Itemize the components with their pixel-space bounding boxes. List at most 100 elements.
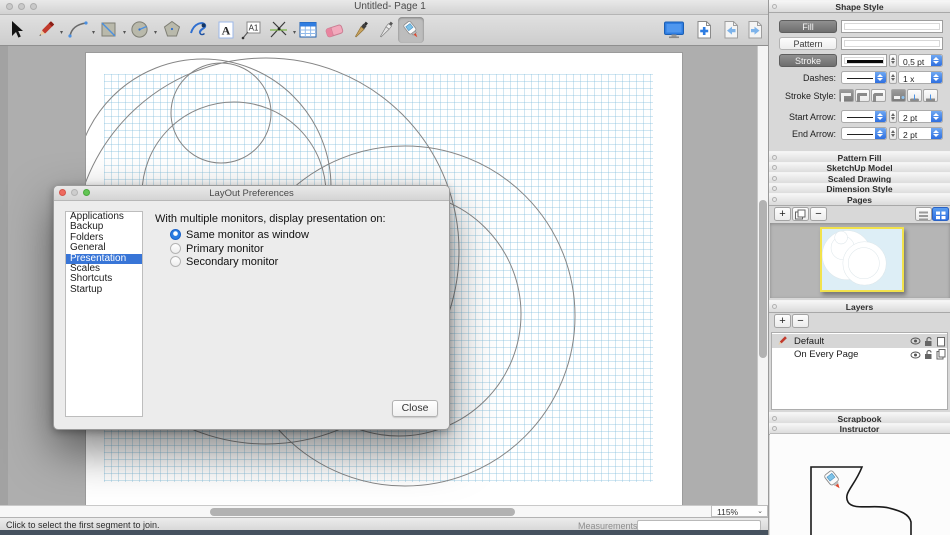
select-tool-icon[interactable]	[3, 17, 29, 43]
layers-header[interactable]: Layers	[769, 300, 950, 313]
table-tool-icon[interactable]	[295, 17, 321, 43]
stroke-width-select[interactable]: 0,5 pt	[898, 54, 943, 67]
end-arrow-size-select[interactable]: 2 pt	[898, 127, 943, 140]
dash-scale-dropdown-icon[interactable]	[931, 72, 942, 83]
join-miter-button[interactable]	[839, 89, 854, 102]
layer-lock-icon[interactable]	[923, 349, 934, 360]
stroke-color-well[interactable]	[841, 54, 887, 67]
layer-row-on-every-page[interactable]: On Every Page	[772, 348, 947, 362]
layer-row-default[interactable]: Default	[772, 334, 947, 348]
layer-name: Default	[794, 336, 824, 347]
line-tool-icon[interactable]: ▾	[33, 17, 59, 43]
pages-thumbnail-view-button[interactable]	[932, 207, 949, 221]
pages-header[interactable]: Pages	[769, 193, 950, 206]
start-presentation-icon[interactable]	[661, 17, 687, 43]
zoom-level-value: 115%	[717, 507, 738, 517]
close-button[interactable]: Close	[392, 400, 438, 417]
page-thumbnail[interactable]	[820, 227, 904, 292]
text-tool-icon[interactable]: A	[213, 17, 239, 43]
next-page-icon[interactable]	[742, 17, 768, 43]
stroke-button[interactable]: Stroke	[779, 54, 837, 67]
rectangle-tool-dropdown-icon[interactable]: ▾	[123, 29, 126, 36]
label-tool-icon[interactable]: A1	[238, 17, 264, 43]
pattern-button[interactable]: Pattern	[779, 37, 837, 50]
preferences-category-list: Applications Backup Folders General Pres…	[65, 211, 143, 417]
layer-lock-icon[interactable]	[923, 336, 934, 347]
dialog-titlebar[interactable]: LayOut Preferences	[54, 186, 449, 201]
radio-unselected-icon[interactable]	[170, 256, 181, 267]
start-arrow-stepper[interactable]	[889, 110, 897, 123]
previous-page-icon[interactable]	[718, 17, 744, 43]
arc-tool-dropdown-icon[interactable]: ▾	[92, 29, 95, 36]
add-page-button[interactable]: +	[774, 207, 791, 221]
dashes-dropdown-icon[interactable]	[875, 72, 886, 83]
start-arrow-size-select[interactable]: 2 pt	[898, 110, 943, 123]
main-titlebar: Untitled- Page 1	[0, 0, 768, 15]
start-arrow-select[interactable]	[841, 110, 887, 123]
svg-text:A: A	[222, 24, 231, 38]
canvas-left-edge	[0, 46, 8, 505]
dash-scale-select[interactable]: 1 x	[898, 71, 943, 84]
status-bar: Click to select the first segment to joi…	[0, 517, 768, 531]
circle-tool-icon[interactable]: ▾	[127, 17, 153, 43]
join-bevel-button[interactable]	[871, 89, 886, 102]
end-arrow-stepper[interactable]	[889, 127, 897, 140]
pen-tool-icon[interactable]	[373, 17, 399, 43]
end-arrow-dropdown-icon[interactable]	[875, 128, 886, 139]
arc-tool-icon[interactable]: ▾	[65, 17, 91, 43]
radio-label: Secondary monitor	[186, 256, 278, 268]
vertical-scrollbar-thumb[interactable]	[759, 200, 767, 358]
dashes-select[interactable]	[841, 71, 887, 84]
radio-selected-icon[interactable]	[170, 229, 181, 240]
pages-list-view-button[interactable]	[915, 207, 932, 221]
layer-shared-pages-icon[interactable]	[936, 349, 946, 360]
remove-layer-button[interactable]: −	[792, 314, 809, 328]
start-arrow-dropdown-icon[interactable]	[875, 111, 886, 122]
dash-scale-stepper[interactable]	[889, 71, 897, 84]
pages-thumbnail-area	[770, 223, 950, 298]
list-item-startup[interactable]: Startup	[66, 285, 142, 295]
panel-tray: Shape Style Fill Pattern Stroke 0,5 pt D…	[768, 0, 950, 535]
start-arrow-size-dropdown-icon[interactable]	[931, 111, 942, 122]
active-layer-pencil-icon	[776, 335, 788, 347]
line-tool-dropdown-icon[interactable]: ▾	[60, 29, 63, 36]
layer-share-icon[interactable]	[936, 336, 946, 347]
radio-unselected-icon[interactable]	[170, 243, 181, 254]
end-arrow-select[interactable]	[841, 127, 887, 140]
layer-name: On Every Page	[794, 349, 858, 360]
layer-visibility-icon[interactable]	[910, 336, 921, 346]
layout-app-window: Untitled- Page 1 ▾ ▾ ▾ ▾ A	[0, 0, 950, 535]
style-eyedropper-tool-icon[interactable]	[348, 17, 374, 43]
start-arrow-size-value: 2 pt	[903, 113, 917, 123]
duplicate-page-button[interactable]	[792, 207, 809, 221]
join-round-button[interactable]	[855, 89, 870, 102]
angular-dimension-tool-icon[interactable]: ▾	[266, 17, 292, 43]
pattern-well[interactable]	[841, 37, 943, 50]
measurements-label: Measurements	[578, 521, 638, 531]
horizontal-scrollbar-thumb[interactable]	[210, 508, 515, 516]
shape-style-title: Shape Style	[769, 2, 950, 12]
join-tool-cursor-icon	[824, 470, 844, 491]
rectangle-tool-icon[interactable]: ▾	[96, 17, 122, 43]
cap-square-button[interactable]	[923, 89, 938, 102]
fill-color-well[interactable]	[841, 20, 943, 33]
freehand-tool-icon[interactable]	[186, 17, 212, 43]
zoom-level-select[interactable]: 115% ⌄	[711, 505, 768, 517]
cap-round-button[interactable]	[907, 89, 922, 102]
eraser-tool-icon[interactable]	[322, 17, 348, 43]
stroke-width-dropdown-icon[interactable]	[931, 55, 942, 66]
add-layer-button[interactable]: +	[774, 314, 791, 328]
fill-button[interactable]: Fill	[779, 20, 837, 33]
list-item-general[interactable]: General	[66, 243, 142, 253]
end-arrow-size-dropdown-icon[interactable]	[931, 128, 942, 139]
layer-visibility-icon[interactable]	[910, 350, 921, 360]
stroke-width-stepper[interactable]	[889, 54, 897, 67]
circle-tool-dropdown-icon[interactable]: ▾	[154, 29, 157, 36]
shape-style-header[interactable]: Shape Style	[769, 0, 950, 13]
add-page-icon[interactable]	[691, 17, 717, 43]
remove-page-button[interactable]: −	[810, 207, 827, 221]
polygon-tool-icon[interactable]	[159, 17, 185, 43]
cap-butt-button[interactable]	[891, 89, 906, 102]
join-tool-icon[interactable]	[398, 17, 424, 43]
stroke-swatch-line	[847, 60, 883, 63]
